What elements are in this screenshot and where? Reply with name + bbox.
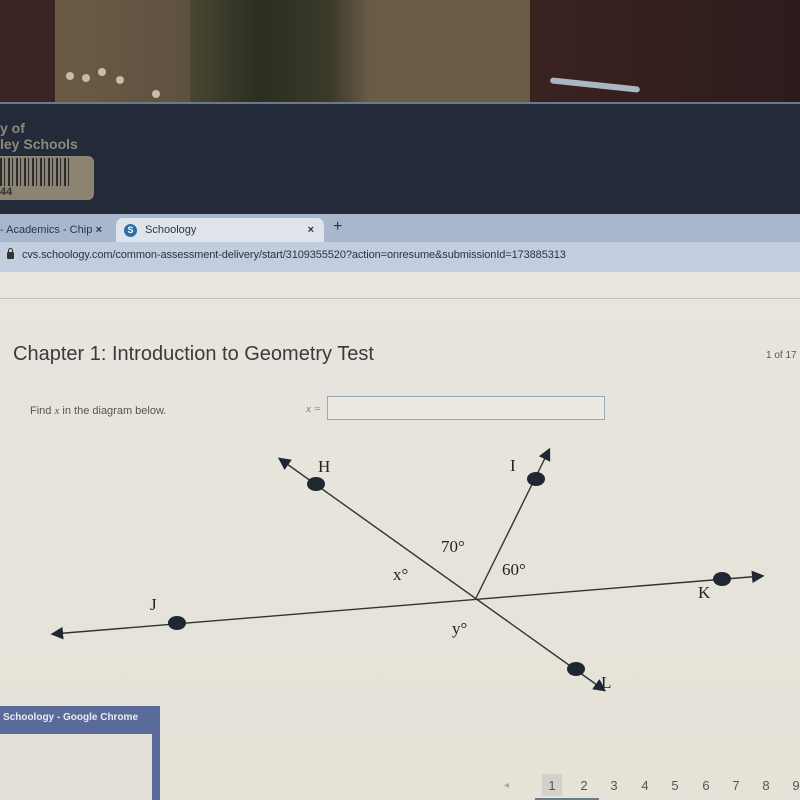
page-5-button[interactable]: 5 xyxy=(665,778,685,793)
background-room-photo xyxy=(0,0,800,104)
sticker-number: 44 xyxy=(0,186,13,198)
tab-schoology[interactable]: S Schoology × xyxy=(116,218,324,242)
label-l: L xyxy=(601,673,611,692)
sticker-line-2: ley Schools xyxy=(0,136,78,152)
page-4-button[interactable]: 4 xyxy=(635,778,655,793)
tab-bar: - Academics - Chip × S Schoology × + xyxy=(0,214,800,242)
line-hl xyxy=(277,457,607,692)
wall-decor xyxy=(66,66,176,98)
new-tab-button[interactable]: + xyxy=(333,218,342,236)
point-i xyxy=(527,472,545,486)
line-jk xyxy=(50,570,765,640)
monitor-bezel xyxy=(0,102,800,216)
light-reflection xyxy=(549,77,641,93)
close-tab-icon[interactable]: × xyxy=(308,224,314,236)
tab-label: - Academics - Chip xyxy=(0,224,93,236)
lock-icon xyxy=(7,248,14,259)
schoology-logo-icon: S xyxy=(124,223,137,237)
point-k xyxy=(713,572,731,586)
label-k: K xyxy=(698,583,711,602)
angle-y-label: y° xyxy=(452,619,467,638)
page-7-button[interactable]: 7 xyxy=(726,778,746,793)
taskbar-window-preview[interactable]: Schoology - Google Chrome xyxy=(0,706,160,800)
point-l xyxy=(567,662,585,676)
label-j: J xyxy=(150,595,157,614)
point-j xyxy=(168,616,186,630)
barcode xyxy=(0,158,70,186)
angle-70-label: 70° xyxy=(441,537,465,556)
angle-x-label: x° xyxy=(393,565,408,584)
sticker-line-1: y of xyxy=(0,120,25,136)
tab-label: Schoology xyxy=(145,224,197,236)
page-8-button[interactable]: 8 xyxy=(756,778,776,793)
page-1-button[interactable]: 1 xyxy=(542,774,562,796)
page-6-button[interactable]: 6 xyxy=(696,778,716,793)
label-i: I xyxy=(510,456,516,475)
close-tab-icon[interactable]: × xyxy=(96,224,102,236)
asset-sticker-text: y of ley Schools xyxy=(0,120,78,152)
point-h xyxy=(307,477,325,491)
previous-page-button[interactable]: ◂ xyxy=(504,780,509,791)
tab-academics[interactable]: - Academics - Chip × xyxy=(0,218,112,242)
page-9-button[interactable]: 9 xyxy=(786,778,800,793)
page-3-button[interactable]: 3 xyxy=(604,778,624,793)
label-h: H xyxy=(318,457,330,476)
preview-thumbnail xyxy=(0,734,152,800)
address-bar[interactable]: cvs.schoology.com/common-assessment-deli… xyxy=(0,242,800,272)
angle-60-label: 60° xyxy=(502,560,526,579)
preview-title: Schoology - Google Chrome xyxy=(3,712,139,723)
page-2-button[interactable]: 2 xyxy=(574,778,594,793)
url-text[interactable]: cvs.schoology.com/common-assessment-deli… xyxy=(22,249,566,261)
